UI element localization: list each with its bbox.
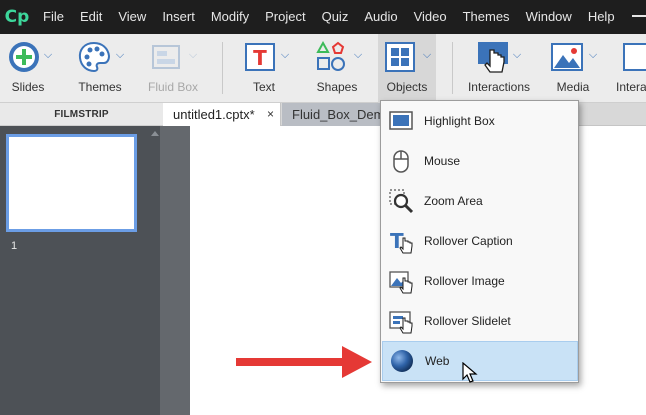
chevron-down-icon: ⌵ (188, 49, 198, 61)
menu-file[interactable]: File (34, 0, 71, 34)
menu-item-label: Web (425, 354, 450, 368)
chevron-down-icon: ⌵ (353, 49, 363, 61)
text-button[interactable]: T ⌵ Text (236, 34, 292, 103)
rollover-image-icon (389, 271, 413, 294)
stage-gutter (160, 126, 190, 415)
menu-edit[interactable]: Edit (71, 0, 109, 34)
chevron-down-icon: ⌵ (115, 49, 125, 61)
chevron-down-icon: ⌵ (588, 49, 598, 61)
menu-item-web[interactable]: Web (382, 341, 578, 381)
menu-insert[interactable]: Insert (153, 0, 202, 34)
highlight-box-icon (389, 111, 413, 130)
annotation-arrow-icon (236, 346, 372, 378)
interactions-button[interactable]: ⌵ Interactions (462, 34, 536, 103)
menu-video[interactable]: Video (405, 0, 454, 34)
menu-item-mouse[interactable]: Mouse (382, 141, 578, 181)
chevron-down-icon: ⌵ (43, 49, 53, 61)
media-image-icon (551, 43, 583, 71)
mouse-cursor-icon (462, 362, 478, 383)
objects-button[interactable]: ⌵ Objects (378, 34, 436, 103)
text-label: Text (252, 80, 275, 94)
interactions-icon (623, 43, 646, 71)
tab-label: untitled1.cptx* (173, 107, 255, 122)
objects-dropdown-menu: Highlight Box Mouse Zoom Area T Rollover… (380, 100, 579, 383)
menu-themes[interactable]: Themes (454, 0, 517, 34)
menu-quiz[interactable]: Quiz (313, 0, 356, 34)
tab-untitled1[interactable]: untitled1.cptx* (163, 103, 281, 126)
chevron-down-icon: ⌵ (422, 49, 432, 61)
close-icon[interactable]: × (267, 107, 274, 121)
fluid-box-label: Fluid Box (147, 80, 199, 94)
toolbar-divider (452, 42, 453, 94)
slides-label: Slides (11, 80, 45, 94)
shapes-button[interactable]: ⌵ Shapes (306, 34, 368, 103)
menu-item-label: Rollover Slidelet (424, 314, 511, 328)
shapes-icon (316, 40, 345, 71)
menu-item-rollover-slidelet[interactable]: Rollover Slidelet (382, 301, 578, 341)
menu-item-label: Mouse (424, 154, 461, 168)
menu-item-label: Rollover Image (424, 274, 505, 288)
filmstrip-scrollbar[interactable] (148, 126, 160, 415)
rollover-slidelet-icon (389, 311, 413, 334)
menu-modify[interactable]: Modify (202, 0, 256, 34)
palette-icon (78, 41, 111, 73)
menu-item-highlight-box[interactable]: Highlight Box (382, 101, 578, 141)
menu-item-label: Zoom Area (424, 194, 483, 208)
web-globe-icon (391, 350, 413, 372)
shapes-label: Shapes (316, 80, 358, 94)
interactions-label: Interactions (467, 80, 531, 94)
menu-item-label: Highlight Box (424, 114, 495, 128)
menu-item-zoom-area[interactable]: Zoom Area (382, 181, 578, 221)
toolbar-divider (222, 42, 223, 94)
themes-label: Themes (78, 80, 122, 94)
chevron-down-icon: ⌵ (512, 49, 522, 61)
zoom-area-icon (389, 189, 414, 214)
slide-number: 1 (11, 240, 18, 252)
fluid-box-button[interactable]: ⌵ Fluid Box (142, 34, 204, 103)
minimize-icon[interactable] (628, 8, 646, 26)
media-button[interactable]: ⌵ Media (542, 34, 604, 103)
slides-button[interactable]: ⌵ Slides (0, 34, 56, 103)
menu-item-rollover-caption[interactable]: T Rollover Caption (382, 221, 578, 261)
menu-item-rollover-image[interactable]: Rollover Image (382, 261, 578, 301)
filmstrip-header: FILMSTRIP (0, 103, 163, 126)
interactions-label-cut: Intera (616, 80, 646, 94)
chevron-down-icon: ⌵ (280, 49, 290, 61)
media-label: Media (556, 80, 590, 94)
captivate-logo: Cp (0, 0, 34, 34)
menu-help[interactable]: Help (579, 0, 622, 34)
interactions-button-2[interactable]: Intera (612, 34, 646, 103)
add-slide-icon (9, 42, 39, 72)
menu-project[interactable]: Project (256, 0, 312, 34)
menu-audio[interactable]: Audio (355, 0, 404, 34)
tab-label: Fluid_Box_Dem (292, 107, 382, 122)
menu-view[interactable]: View (109, 0, 153, 34)
interactions-hand-icon (478, 42, 508, 73)
mouse-icon (393, 150, 409, 173)
svg-text:T: T (253, 46, 267, 70)
objects-icon (385, 42, 415, 72)
themes-button[interactable]: ⌵ Themes (70, 34, 130, 103)
slide-thumbnail[interactable] (6, 134, 137, 232)
menu-item-label: Rollover Caption (424, 234, 513, 248)
objects-label: Objects (386, 80, 428, 94)
text-icon: T (245, 43, 275, 71)
fluid-box-icon (152, 45, 180, 69)
rollover-caption-icon: T (390, 229, 413, 254)
menu-window[interactable]: Window (517, 0, 579, 34)
tab-fluid-box-demo[interactable]: Fluid_Box_Dem (282, 103, 382, 126)
main-toolbar: ⌵ Slides ⌵ Themes ⌵ Fluid Box T ⌵ Text ⌵… (0, 34, 646, 103)
scroll-up-arrow-icon[interactable] (151, 131, 159, 136)
menu-bar: Cp File Edit View Insert Modify Project … (0, 0, 646, 34)
